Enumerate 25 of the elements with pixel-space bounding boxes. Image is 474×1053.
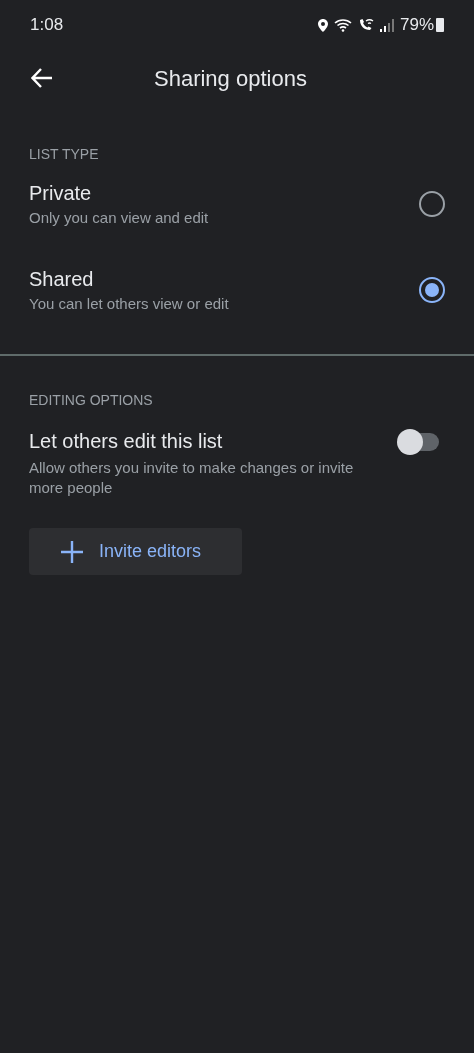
option-subtitle: You can let others view or edit — [29, 294, 229, 314]
option-subtitle: Only you can view and edit — [29, 208, 209, 228]
wifi-call-icon — [357, 18, 374, 32]
plus-icon — [61, 540, 83, 563]
option-title: Shared — [29, 267, 95, 292]
option-title: Private — [29, 181, 93, 206]
radio-button[interactable] — [419, 277, 445, 303]
toggle-switch[interactable] — [397, 429, 439, 455]
battery-icon — [436, 18, 444, 32]
back-button[interactable] — [30, 66, 54, 90]
radio-option[interactable]: Private Only you can view and edit — [0, 180, 474, 228]
battery-percent: 79% — [399, 14, 434, 37]
radio-option[interactable]: Shared You can let others view or edit — [0, 266, 474, 314]
back-arrow-icon — [31, 68, 53, 88]
setting-description: Allow others you invite to make changes or invite more people — [29, 458, 355, 498]
location-icon — [317, 18, 328, 32]
invite-editors-button[interactable]: Invite editors — [29, 528, 242, 575]
radio-button[interactable] — [419, 191, 445, 217]
signal-icon — [379, 18, 394, 32]
setting-title: Let others edit this list — [29, 429, 224, 454]
section-heading: LIST TYPE — [28, 145, 100, 164]
wifi-icon — [333, 18, 352, 32]
screen-title: Sharing options — [154, 64, 307, 93]
section-heading: EDITING OPTIONS — [28, 391, 154, 410]
status-time: 1:08 — [30, 14, 64, 37]
